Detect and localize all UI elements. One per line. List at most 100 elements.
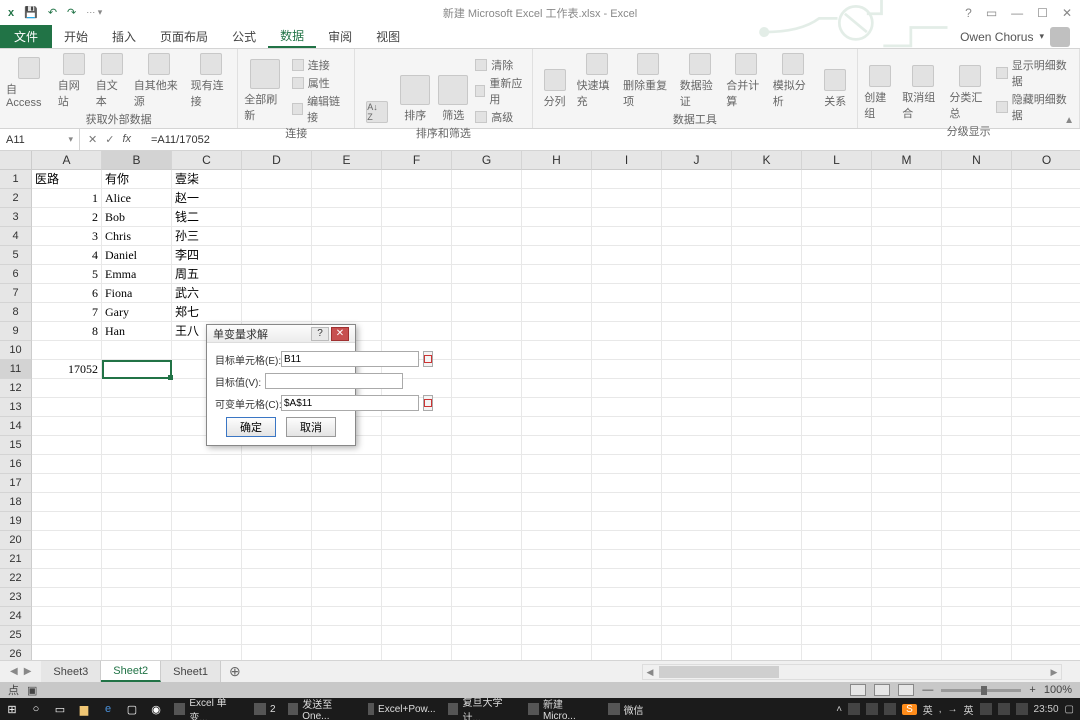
cell[interactable] [872,626,942,645]
cell[interactable] [872,417,942,436]
cell[interactable] [942,360,1012,379]
remove-dup-button[interactable]: 删除重复项 [623,53,674,111]
cell[interactable] [522,398,592,417]
cell[interactable] [452,645,522,660]
cell[interactable] [872,550,942,569]
cell[interactable] [32,645,102,660]
cell[interactable] [872,170,942,189]
spreadsheet-grid[interactable]: ABCDEFGHIJKLMNO 123456789101112131415161… [0,151,1080,660]
cell[interactable]: Bob [102,208,172,227]
cell[interactable] [1012,170,1080,189]
cell[interactable] [662,455,732,474]
row-header-16[interactable]: 16 [0,455,32,474]
cell[interactable] [592,208,662,227]
filter-button[interactable]: 筛选 [437,53,469,125]
cell[interactable] [732,531,802,550]
cell[interactable] [172,550,242,569]
cell[interactable] [382,208,452,227]
notifications-icon[interactable]: ▢ [1065,704,1074,715]
cell[interactable] [312,189,382,208]
cell[interactable] [452,493,522,512]
row-header-24[interactable]: 24 [0,607,32,626]
cell[interactable] [942,379,1012,398]
zoom-in-button[interactable]: + [1029,684,1035,696]
cell[interactable] [32,569,102,588]
sheet-tab-sheet3[interactable]: Sheet3 [41,661,101,682]
cell[interactable] [452,398,522,417]
cell[interactable] [382,246,452,265]
cell[interactable] [662,189,732,208]
cell[interactable] [242,550,312,569]
cell[interactable] [1012,474,1080,493]
cell[interactable] [382,265,452,284]
tab-review[interactable]: 审阅 [316,25,364,48]
cell[interactable] [522,189,592,208]
cell[interactable] [802,531,872,550]
volume-icon[interactable] [998,703,1010,715]
row-header-4[interactable]: 4 [0,227,32,246]
cell[interactable] [172,588,242,607]
advanced-filter-button[interactable]: 高级 [475,109,525,125]
row-headers[interactable]: 1234567891011121314151617181920212223242… [0,170,32,660]
cell[interactable] [452,626,522,645]
cell[interactable] [1012,379,1080,398]
cell[interactable] [452,474,522,493]
cell[interactable] [32,474,102,493]
cell[interactable] [1012,493,1080,512]
cell[interactable] [242,531,312,550]
cell[interactable] [102,417,172,436]
ime-indicator[interactable]: S [902,704,917,715]
cell[interactable]: Emma [102,265,172,284]
col-header-K[interactable]: K [732,151,802,170]
ime-lang[interactable]: 英 [923,702,933,717]
whatif-button[interactable]: 模拟分析 [773,53,814,111]
col-header-I[interactable]: I [592,151,662,170]
cell[interactable] [592,645,662,660]
cell[interactable]: 4 [32,246,102,265]
col-header-F[interactable]: F [382,151,452,170]
ungroup-button[interactable]: 取消组合 [902,53,943,123]
cell[interactable] [522,170,592,189]
cell[interactable] [102,341,172,360]
cell[interactable] [942,512,1012,531]
cell[interactable] [312,170,382,189]
cell[interactable] [592,341,662,360]
cell[interactable] [732,170,802,189]
cell[interactable] [1012,588,1080,607]
cell[interactable] [662,607,732,626]
cell[interactable] [382,436,452,455]
cell[interactable] [1012,322,1080,341]
cell[interactable] [1012,398,1080,417]
cell[interactable] [872,474,942,493]
changing-cell-input[interactable] [281,395,419,411]
cell[interactable] [32,512,102,531]
row-header-3[interactable]: 3 [0,208,32,227]
cell[interactable] [662,265,732,284]
cell[interactable] [872,322,942,341]
cell[interactable] [872,398,942,417]
cell[interactable] [942,265,1012,284]
cell[interactable] [592,189,662,208]
cell[interactable] [942,436,1012,455]
cell[interactable] [872,360,942,379]
cell[interactable] [312,455,382,474]
cell[interactable] [732,588,802,607]
col-header-G[interactable]: G [452,151,522,170]
row-header-2[interactable]: 2 [0,189,32,208]
cell[interactable] [452,569,522,588]
cell[interactable] [32,607,102,626]
cell[interactable] [522,455,592,474]
cell[interactable] [662,417,732,436]
cell[interactable] [312,246,382,265]
cell[interactable] [1012,417,1080,436]
cell[interactable] [942,645,1012,660]
cell[interactable] [942,303,1012,322]
sheet-nav-prev-icon[interactable]: ◀ [10,666,18,677]
row-header-19[interactable]: 19 [0,512,32,531]
cell[interactable]: 周五 [172,265,242,284]
cell[interactable] [242,626,312,645]
cell[interactable] [102,379,172,398]
cell[interactable] [592,607,662,626]
cell[interactable] [242,284,312,303]
cell[interactable] [592,246,662,265]
